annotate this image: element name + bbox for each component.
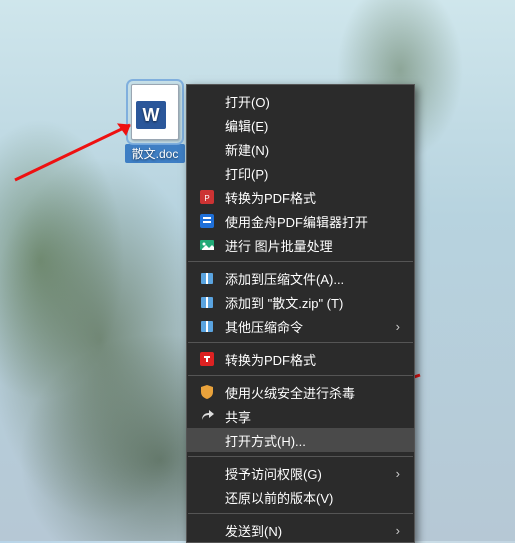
submenu-chevron-icon: › [390,466,400,481]
file-context-menu: 打开(O) 编辑(E) 新建(N) 打印(P) P 转换为PDF格式使用金舟PDF编辑器打… [186,84,415,543]
menu-separator [188,456,413,457]
context-menu-item-label: 添加到压缩文件(A)... [225,269,390,288]
context-menu-item-label: 编辑(E) [225,116,390,135]
pdf-red-icon [197,351,217,367]
context-menu-item[interactable]: 编辑(E) [187,113,414,137]
context-menu-item[interactable]: 授予访问权限(G)› [187,461,414,485]
image-batch-icon [197,237,217,253]
context-menu-item-label: 发送到(N) [225,521,390,540]
context-menu-item-label: 共享 [225,407,390,426]
context-menu-item-label: 使用火绒安全进行杀毒 [225,383,390,402]
context-menu-item[interactable]: 共享 [187,404,414,428]
context-menu-item[interactable]: 使用火绒安全进行杀毒 [187,380,414,404]
context-menu-item-label: 打开方式(H)... [225,431,390,450]
archive-icon [197,318,217,334]
menu-separator [188,261,413,262]
context-menu-item[interactable]: 还原以前的版本(V) [187,485,414,509]
context-menu-item-label: 打开(O) [225,92,390,111]
pdf-icon: P [197,189,217,205]
context-menu-item[interactable]: 其他压缩命令› [187,314,414,338]
archive-icon [197,270,217,286]
context-menu-item-label: 打印(P) [225,164,390,183]
context-menu-item[interactable]: 添加到 "散文.zip" (T) [187,290,414,314]
svg-text:P: P [204,194,209,203]
context-menu-item-label: 新建(N) [225,140,390,159]
context-menu-item-label: 还原以前的版本(V) [225,488,390,507]
context-menu-item[interactable]: 打开(O) [187,89,414,113]
context-menu-item[interactable]: 打印(P) [187,161,414,185]
context-menu-item[interactable]: 新建(N) [187,137,414,161]
share-icon [197,408,217,424]
menu-separator [188,375,413,376]
context-menu-item-label: 转换为PDF格式 [225,188,390,207]
context-menu-item[interactable]: 打开方式(H)... [187,428,414,452]
submenu-chevron-icon: › [390,319,400,334]
context-menu-item[interactable]: 转换为PDF格式 [187,347,414,371]
context-menu-item-label: 使用金舟PDF编辑器打开 [225,212,390,231]
menu-separator [188,513,413,514]
shield-icon [197,384,217,400]
menu-separator [188,342,413,343]
archive-icon [197,294,217,310]
pdf-editor-icon [197,213,217,229]
context-menu-item-label: 添加到 "散文.zip" (T) [225,293,390,312]
context-menu-item[interactable]: P 转换为PDF格式 [187,185,414,209]
context-menu-item[interactable]: 进行 图片批量处理 [187,233,414,257]
context-menu-item[interactable]: 发送到(N)› [187,518,414,542]
context-menu-item-label: 授予访问权限(G) [225,464,390,483]
annotation-arrow-file [10,120,160,190]
context-menu-item-label: 进行 图片批量处理 [225,236,390,255]
submenu-chevron-icon: › [390,523,400,538]
context-menu-item-label: 转换为PDF格式 [225,350,390,369]
context-menu-item[interactable]: 使用金舟PDF编辑器打开 [187,209,414,233]
context-menu-item-label: 其他压缩命令 [225,317,390,336]
context-menu-item[interactable]: 添加到压缩文件(A)... [187,266,414,290]
